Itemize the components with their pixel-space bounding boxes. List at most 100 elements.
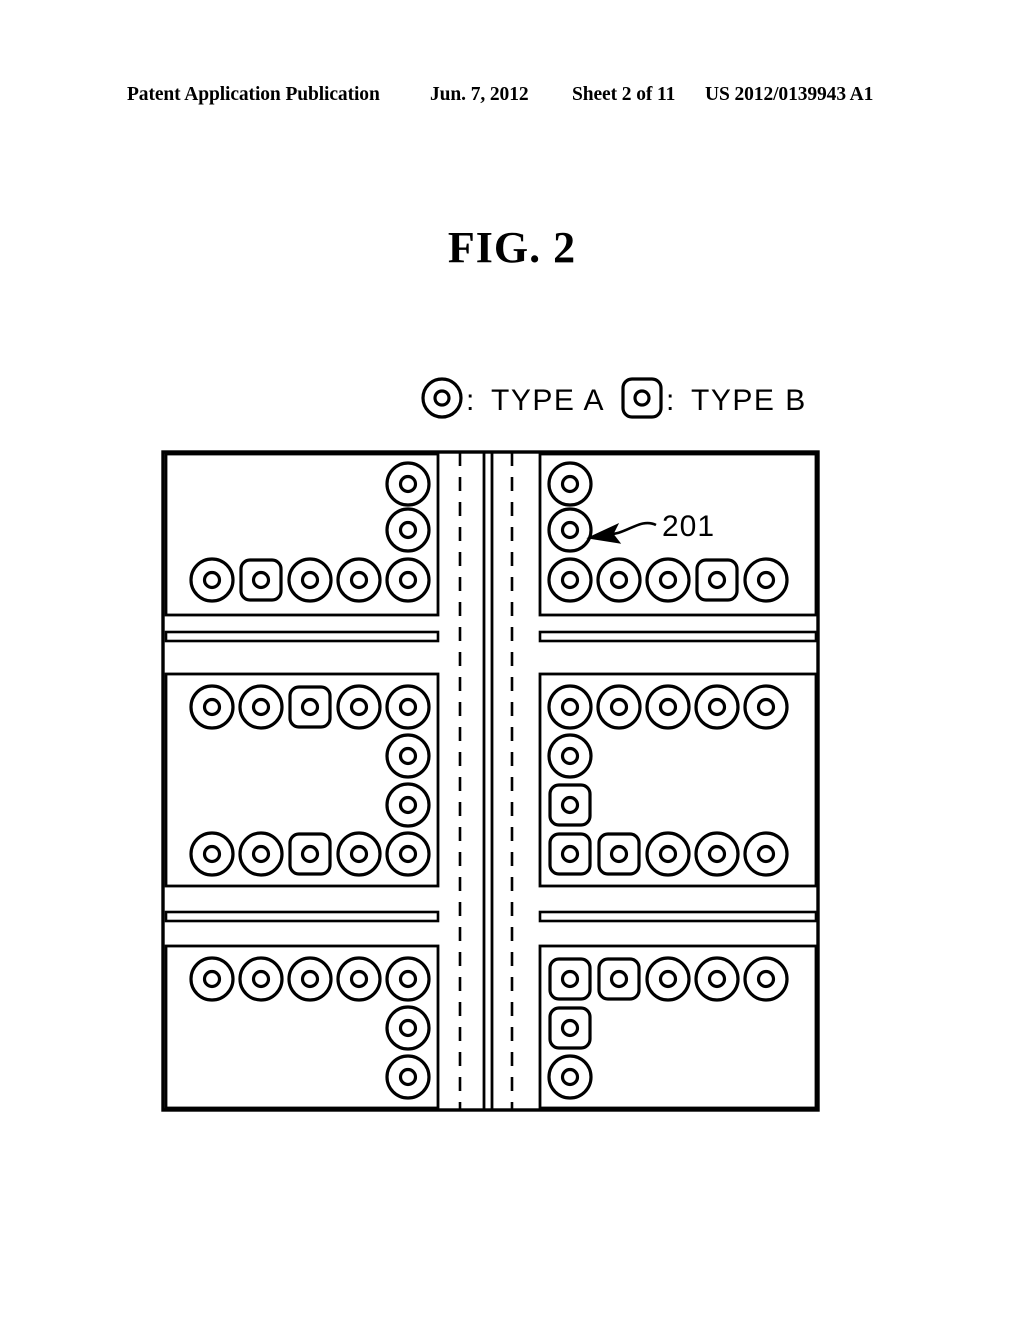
pad-inner-hole-icon	[398, 474, 418, 494]
pad-inner-hole-icon	[398, 1018, 418, 1038]
pad-inner-hole-icon	[251, 844, 271, 864]
circle-pad-icon	[385, 557, 431, 603]
pad-inner-hole-icon	[251, 969, 271, 989]
center-divider-lines	[458, 452, 514, 1110]
pad-type-a	[547, 557, 593, 603]
pad-inner-hole-icon	[560, 520, 580, 540]
pad-type-a	[385, 831, 431, 877]
block-top-left	[164, 452, 440, 617]
pad-inner-hole-icon	[707, 969, 727, 989]
pad-inner-hole-icon	[707, 570, 727, 590]
circle-pad-icon	[547, 461, 593, 507]
pad-inner-hole-icon	[560, 1018, 580, 1038]
circle-pad-icon	[238, 831, 284, 877]
pad-type-a	[547, 1054, 593, 1100]
pad-type-a	[385, 461, 431, 507]
circle-pad-icon	[547, 684, 593, 730]
circle-pad-icon	[385, 956, 431, 1002]
divider-bar	[538, 910, 818, 923]
circle-pad-icon	[645, 557, 691, 603]
pad-inner-hole-icon	[658, 969, 678, 989]
rounded-square-pad-icon	[597, 957, 641, 1001]
circle-pad-icon	[238, 684, 284, 730]
pad-type-a	[547, 461, 593, 507]
circle-pad-icon	[547, 733, 593, 779]
pad-inner-hole-icon	[202, 570, 222, 590]
circle-pad-icon	[385, 831, 431, 877]
header-date-text: Jun. 7, 2012	[430, 84, 529, 105]
legend: : TYPE A : TYPE B	[421, 377, 807, 419]
pad-type-b	[548, 957, 592, 1001]
circle-pad-icon	[336, 684, 382, 730]
pad-type-a	[189, 684, 235, 730]
block-middle-right	[538, 672, 818, 888]
pad-inner-hole-icon	[609, 697, 629, 717]
legend-type-b-entry: : TYPE B	[621, 377, 807, 419]
circle-pad-icon	[385, 1005, 431, 1051]
pad-type-a	[645, 956, 691, 1002]
circle-pad-icon	[336, 557, 382, 603]
circle-pad-icon	[421, 377, 463, 419]
pad-type-a	[385, 1054, 431, 1100]
pad-type-a	[189, 956, 235, 1002]
header-publication-text: Patent Application Publication	[127, 84, 380, 105]
pad-inner-hole-icon	[707, 844, 727, 864]
circle-pad-icon	[238, 956, 284, 1002]
pad-inner-hole-icon	[658, 570, 678, 590]
pad-type-a	[743, 557, 789, 603]
pad-inner-hole-icon	[398, 844, 418, 864]
figure-title: FIG. 2	[447, 223, 577, 272]
divider-bar	[164, 630, 440, 643]
circle-pad-icon	[336, 956, 382, 1002]
pad-inner-hole-icon	[300, 570, 320, 590]
pad-inner-hole-icon	[398, 746, 418, 766]
pad-inner-hole-icon	[560, 795, 580, 815]
legend-type-b-label: TYPE B	[691, 384, 807, 417]
pad-type-a	[694, 956, 740, 1002]
pad-inner-hole-icon	[202, 969, 222, 989]
pad-type-a	[336, 956, 382, 1002]
pad-inner-hole-icon	[398, 969, 418, 989]
pad-type-b	[695, 558, 739, 602]
pad-type-b	[548, 783, 592, 827]
pad-type-a	[385, 782, 431, 828]
circle-pad-icon	[694, 831, 740, 877]
block-bottom-left-outline	[164, 944, 440, 1110]
rounded-square-pad-icon	[597, 832, 641, 876]
pad-type-b	[548, 1006, 592, 1050]
circle-pad-icon	[645, 684, 691, 730]
circle-pad-icon	[694, 684, 740, 730]
circle-pad-icon	[385, 461, 431, 507]
pad-type-a	[385, 684, 431, 730]
block-bottom-right-outline	[538, 944, 818, 1110]
divider-bar	[538, 630, 818, 643]
rounded-square-pad-icon	[548, 832, 592, 876]
pad-type-a	[645, 684, 691, 730]
circle-pad-icon	[743, 557, 789, 603]
pad-type-a	[743, 956, 789, 1002]
pad-type-b	[288, 685, 332, 729]
pad-inner-hole-icon	[398, 697, 418, 717]
pad-inner-hole-icon	[349, 570, 369, 590]
header-publication-number: US 2012/0139943 A1	[705, 84, 874, 105]
circle-pad-icon	[743, 684, 789, 730]
rounded-square-pad-icon	[548, 783, 592, 827]
legend-type-a-entry: : TYPE A	[421, 377, 604, 419]
circle-pad-icon	[547, 557, 593, 603]
circle-pad-icon	[743, 956, 789, 1002]
pad-inner-hole-icon	[349, 969, 369, 989]
pad-type-a	[596, 557, 642, 603]
pad-type-a	[743, 831, 789, 877]
circle-pad-icon	[385, 1054, 431, 1100]
legend-type-b-separator: :	[666, 384, 676, 417]
reference-number-201: 201	[662, 510, 715, 543]
pad-type-a	[336, 831, 382, 877]
pad-inner-hole-icon	[560, 746, 580, 766]
circle-pad-icon	[189, 557, 235, 603]
rounded-square-pad-icon	[695, 558, 739, 602]
rounded-square-pad-icon	[548, 957, 592, 1001]
pad-type-a	[189, 557, 235, 603]
pad-type-b	[548, 832, 592, 876]
pad-type-a	[385, 956, 431, 1002]
circle-pad-icon	[385, 733, 431, 779]
